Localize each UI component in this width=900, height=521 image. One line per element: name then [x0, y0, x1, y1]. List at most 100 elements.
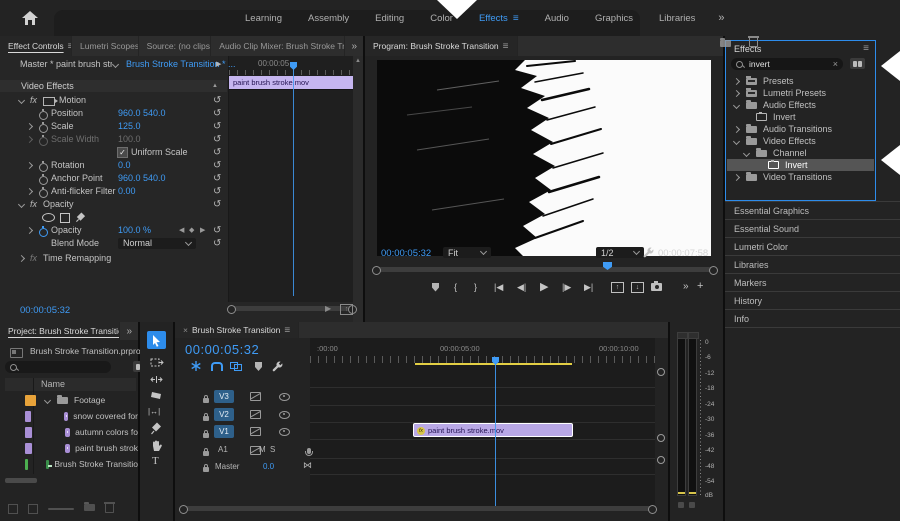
chevron-down-icon[interactable]: [742, 149, 751, 157]
reset-icon[interactable]: ↺: [213, 224, 221, 237]
tab-lumetri-scopes[interactable]: Lumetri Scopes: [72, 36, 139, 56]
pen-mask-icon[interactable]: [75, 212, 86, 223]
effects-search-input[interactable]: invert ×: [731, 58, 843, 70]
add-keyframe-icon[interactable]: ◆: [189, 224, 194, 237]
vscroll-knob[interactable]: [657, 434, 665, 442]
fx-badge[interactable]: fx: [30, 198, 37, 211]
reset-icon[interactable]: ↺: [213, 237, 221, 250]
play-around-icon[interactable]: ▶: [325, 304, 331, 313]
project-list-header[interactable]: Name: [5, 378, 136, 391]
project-file-name[interactable]: Brush Stroke Transition.prproj: [30, 346, 142, 356]
pen-tool-icon[interactable]: [150, 422, 162, 435]
effect-controls-timeline-lane[interactable]: 00:00:05 paint brush stroke.mov: [228, 56, 353, 302]
panel-menu-icon[interactable]: ≡: [863, 43, 869, 54]
tab-timeline-sequence[interactable]: × Brush Stroke Transition ≡: [175, 322, 300, 338]
stopwatch-icon[interactable]: [39, 122, 48, 133]
button-editor-plus-icon[interactable]: +: [697, 279, 703, 293]
chevron-right-icon[interactable]: [732, 89, 741, 97]
tree-item-channel[interactable]: Channel: [727, 147, 874, 159]
master-volume-value[interactable]: 0.0: [263, 462, 274, 471]
list-view-icon[interactable]: [8, 504, 18, 514]
step-back-icon[interactable]: ◀|: [517, 280, 526, 294]
chevron-right-icon[interactable]: [25, 135, 34, 144]
project-row-autumn[interactable]: autumn colors fo: [0, 424, 138, 440]
work-area-bar[interactable]: [415, 363, 572, 365]
sync-lock-icon[interactable]: [249, 392, 261, 401]
playback-resolution-select[interactable]: 1/2: [596, 247, 644, 258]
next-keyframe-icon[interactable]: ▶: [200, 224, 205, 237]
panel-menu-icon[interactable]: ≡: [284, 325, 290, 336]
lift-icon[interactable]: ↑: [611, 280, 624, 294]
ec-horizontal-scrollbar[interactable]: [230, 306, 352, 311]
solo-button[interactable]: S: [270, 445, 275, 454]
chevron-right-icon[interactable]: [732, 77, 741, 85]
transport-more-icon[interactable]: »: [683, 279, 689, 293]
scale-width-value[interactable]: 100.0: [118, 133, 141, 146]
chevron-down-icon[interactable]: [43, 396, 52, 404]
ec-clip-bar[interactable]: paint brush stroke.mov: [229, 76, 353, 90]
chevron-down-icon[interactable]: [732, 137, 741, 145]
timeline-settings-wrench-icon[interactable]: [272, 361, 283, 372]
ec-master-clip-label[interactable]: Master * paint brush stroke...: [20, 58, 112, 71]
timeline-hscrollbar[interactable]: [183, 506, 651, 511]
position-x-value[interactable]: 960.0: [118, 107, 141, 120]
reset-icon[interactable]: ↺: [213, 172, 221, 185]
scrubber-knob-right[interactable]: [709, 266, 718, 275]
tree-item-video-invert-selected[interactable]: Invert: [727, 159, 874, 171]
chevron-down-icon[interactable]: [111, 60, 120, 69]
mark-in-icon[interactable]: {: [454, 280, 457, 294]
ec-timecode[interactable]: 00:00:05:32: [20, 305, 70, 316]
chevron-right-icon[interactable]: [25, 122, 34, 131]
collapse-icon[interactable]: ▲: [212, 80, 218, 92]
label-color-swatch[interactable]: [25, 394, 36, 406]
razor-tool-icon[interactable]: [150, 390, 163, 402]
extract-icon[interactable]: ↓: [631, 280, 644, 294]
panel-header-info[interactable]: Info: [725, 309, 900, 327]
chevron-right-icon[interactable]: [732, 125, 741, 133]
reset-icon[interactable]: ↺: [213, 146, 221, 159]
workspace-overflow-icon[interactable]: »: [708, 12, 734, 24]
chevron-right-icon[interactable]: [25, 226, 34, 235]
lock-icon[interactable]: [203, 430, 209, 438]
panel-header-libraries[interactable]: Libraries: [725, 255, 900, 273]
ripple-edit-tool-icon[interactable]: [150, 373, 163, 386]
reset-icon[interactable]: ↺: [213, 107, 221, 120]
scrollbar-knob-left[interactable]: [179, 505, 188, 514]
tab-project[interactable]: Project: Brush Stroke Transition: [0, 322, 121, 340]
name-column-header[interactable]: Name: [41, 378, 65, 391]
track-target-v2[interactable]: V2: [214, 408, 234, 421]
label-color-swatch[interactable]: [25, 442, 32, 454]
workspace-tab-editing[interactable]: Editing: [362, 13, 417, 24]
anchor-y-value[interactable]: 540.0: [143, 172, 166, 185]
tree-item-presets[interactable]: Presets: [727, 75, 874, 87]
media-browser-icon[interactable]: [10, 348, 23, 358]
export-frame-icon[interactable]: [651, 280, 662, 294]
vscroll-knob[interactable]: [657, 456, 665, 464]
slip-tool-icon[interactable]: |↔|: [148, 407, 160, 416]
sync-lock-icon[interactable]: [249, 410, 261, 419]
scroll-up-icon[interactable]: ▲: [355, 58, 361, 64]
stopwatch-icon-active[interactable]: [39, 226, 48, 237]
track-visibility-icon[interactable]: [279, 428, 291, 436]
track-target-v1[interactable]: V1: [214, 425, 234, 438]
reset-icon[interactable]: ↺: [213, 185, 221, 198]
mark-out-icon[interactable]: }: [474, 280, 477, 294]
pan-bowtie-icon[interactable]: ⋈: [303, 460, 312, 471]
tab-effect-controls[interactable]: Effect Controls≡: [0, 36, 73, 56]
reset-icon[interactable]: ↺: [213, 94, 221, 107]
play-button[interactable]: ▶: [540, 279, 548, 293]
position-y-value[interactable]: 540.0: [143, 107, 166, 120]
project-row-snow[interactable]: snow covered for: [0, 408, 138, 424]
reset-icon[interactable]: ↺: [213, 198, 221, 211]
add-marker-icon[interactable]: [432, 280, 439, 294]
tree-item-audio-effects[interactable]: Audio Effects: [727, 99, 874, 111]
param-group-label[interactable]: Motion: [59, 94, 86, 107]
meter-solo-right[interactable]: [689, 502, 695, 508]
panel-menu-icon[interactable]: ≡: [503, 41, 509, 52]
stopwatch-icon[interactable]: [39, 161, 48, 172]
stopwatch-icon[interactable]: [39, 174, 48, 185]
ec-ruler-ticks[interactable]: [229, 70, 353, 75]
export-frame-icon[interactable]: ↑: [340, 304, 353, 315]
new-bin-icon[interactable]: [84, 502, 95, 511]
go-to-in-icon[interactable]: |◀: [494, 280, 503, 294]
